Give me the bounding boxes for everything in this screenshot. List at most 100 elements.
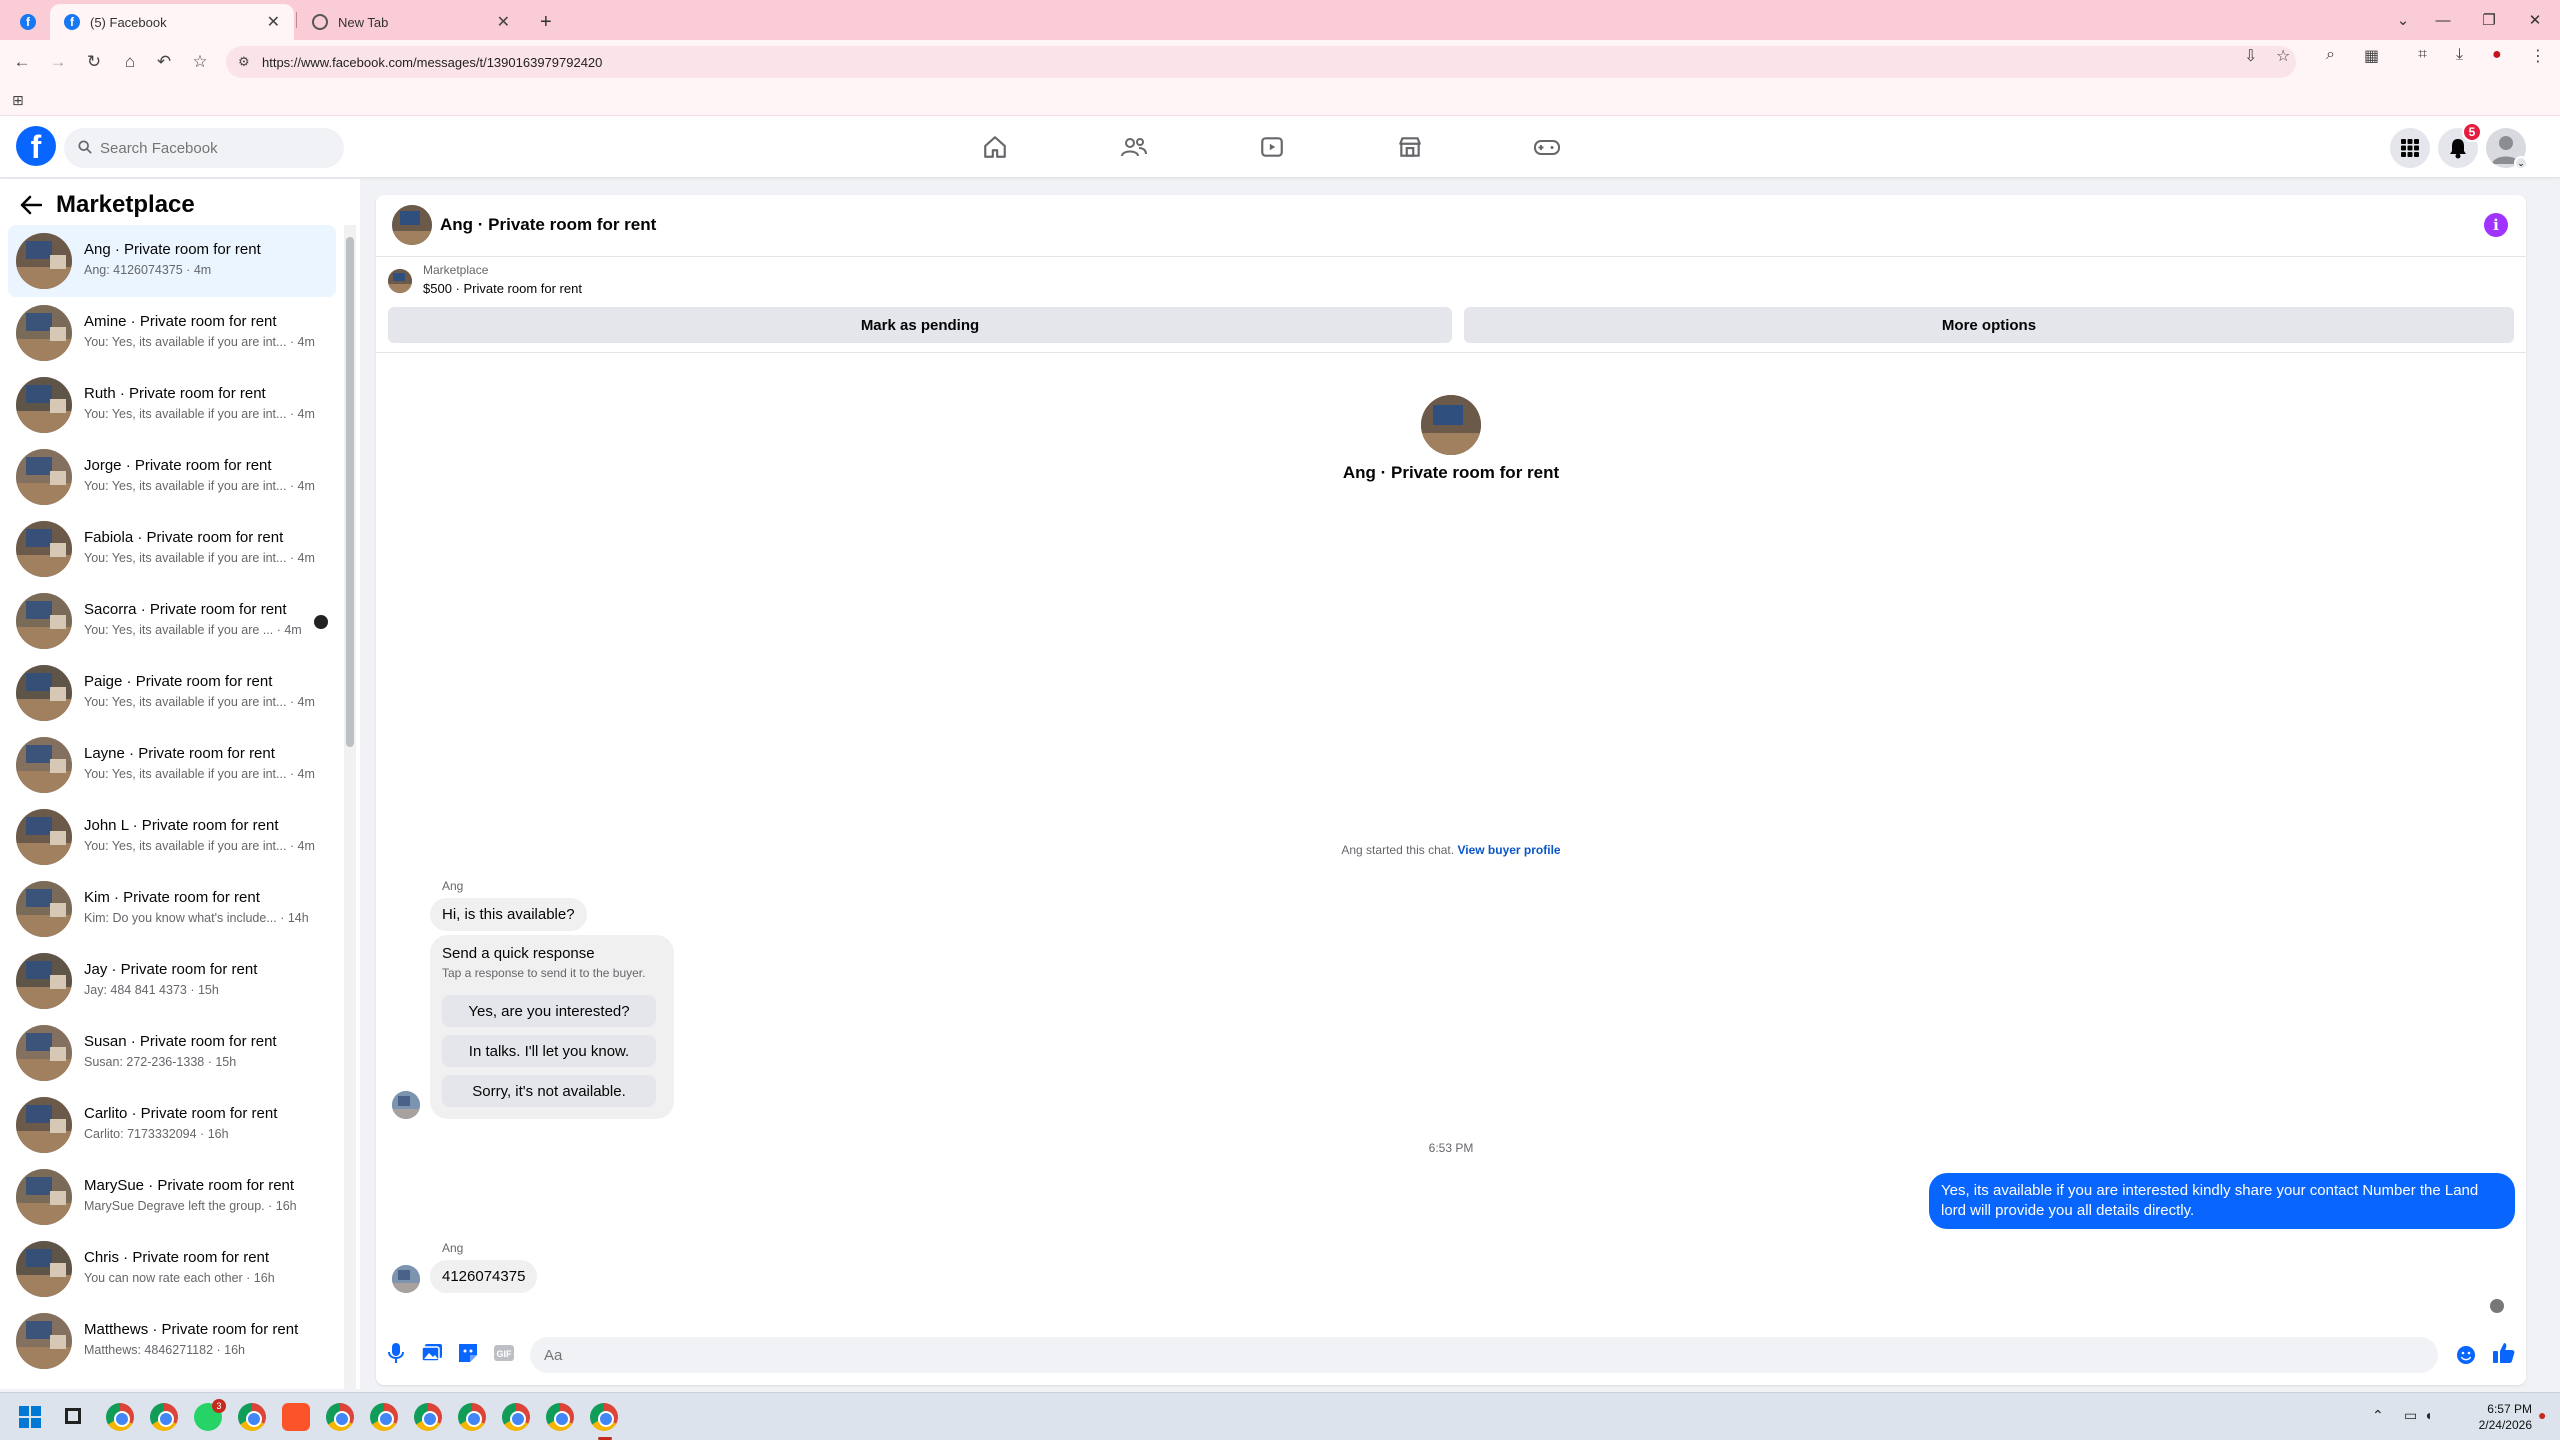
view-buyer-profile-link[interactable]: View buyer profile <box>1457 843 1560 857</box>
sender-avatar[interactable] <box>392 1091 420 1119</box>
site-settings-icon[interactable]: ⚙ <box>238 54 254 70</box>
gaming-nav-icon[interactable] <box>1530 130 1564 164</box>
video-nav-icon[interactable] <box>1255 130 1289 164</box>
conversation-item[interactable]: Jay · Private room for rent Jay: 484 841 … <box>8 945 336 1017</box>
close-tab-icon[interactable]: ✕ <box>267 12 280 32</box>
listing-thumbnail[interactable] <box>388 269 412 293</box>
conversation-item[interactable]: Amine · Private room for rent You: Yes, i… <box>8 297 336 369</box>
scrollbar-thumb[interactable] <box>346 237 354 747</box>
chevron-down-icon[interactable]: ⌄ <box>2514 156 2528 170</box>
quick-response-in-talks-button[interactable]: In talks. I'll let you know. <box>442 1035 656 1067</box>
home-nav-icon[interactable] <box>978 130 1012 164</box>
conversation-item[interactable]: MarySue · Private room for rent MarySue D… <box>8 1161 336 1233</box>
chrome-app-icon[interactable] <box>458 1403 486 1431</box>
search-input[interactable] <box>64 128 344 168</box>
friends-nav-icon[interactable] <box>1117 130 1151 164</box>
back-arrow-icon[interactable] <box>20 195 42 215</box>
conversation-item[interactable]: Matthews · Private room for rent Matthews… <box>8 1305 336 1377</box>
undo-icon[interactable]: ↶ <box>150 48 178 76</box>
facebook-logo-icon[interactable]: f <box>16 126 56 166</box>
chat-avatar[interactable] <box>392 205 432 245</box>
pinned-tab-facebook[interactable]: f <box>8 4 48 40</box>
downloads-icon[interactable]: ⤓ <box>2456 46 2463 64</box>
sender-avatar[interactable] <box>392 1265 420 1293</box>
conversation-item[interactable]: Jorge · Private room for rent You: Yes, i… <box>8 441 336 513</box>
chat-title[interactable]: Ang · Private room for rent <box>440 215 656 235</box>
minimize-icon[interactable]: — <box>2420 0 2466 40</box>
notification-bell-icon[interactable]: ● <box>2538 1407 2546 1423</box>
incoming-message[interactable]: Hi, is this available? <box>430 898 587 931</box>
back-icon[interactable]: ← <box>8 48 36 76</box>
conversation-item[interactable]: Susan · Private room for rent Susan: 272-… <box>8 1017 336 1089</box>
conversation-item[interactable]: Ang · Private room for rent Ang: 41260743… <box>8 225 336 297</box>
conversation-item[interactable]: Paige · Private room for rent You: Yes, i… <box>8 657 336 729</box>
volume-icon[interactable]: ◖ <box>2424 1407 2432 1423</box>
thumbs-up-icon[interactable] <box>2492 1341 2516 1365</box>
extensions-grid-icon[interactable]: ▦ <box>2364 46 2379 66</box>
marketplace-nav-icon[interactable] <box>1393 130 1427 164</box>
listing-price-title[interactable]: $500 · Private room for rent <box>423 281 582 296</box>
brave-app-icon[interactable] <box>282 1403 310 1431</box>
restore-icon[interactable]: ❐ <box>2466 0 2512 40</box>
incoming-message[interactable]: 4126074375 <box>430 1260 538 1293</box>
tray-chevron-icon[interactable]: ⌃ <box>2372 1407 2384 1424</box>
chrome-app-icon[interactable] <box>546 1403 574 1431</box>
chrome-app-icon[interactable] <box>238 1403 266 1431</box>
microphone-icon[interactable] <box>384 1341 408 1365</box>
task-view-icon[interactable] <box>62 1405 84 1432</box>
sidebar-scrollbar[interactable] <box>344 225 356 1389</box>
conversation-item[interactable]: Carlito · Private room for rent Carlito: … <box>8 1089 336 1161</box>
bookmark-star-icon[interactable]: ☆ <box>186 48 214 76</box>
search-icon[interactable]: ⌕ <box>2326 46 2335 64</box>
install-app-icon[interactable]: ⇩ <box>2244 46 2257 66</box>
chrome-app-icon[interactable] <box>150 1403 178 1431</box>
network-icon[interactable]: ▭ <box>2404 1407 2417 1424</box>
conversation-item[interactable]: John L · Private room for rent You: Yes, … <box>8 801 336 873</box>
profile-icon[interactable]: ● <box>2492 46 2502 64</box>
windows-start-icon[interactable] <box>18 1405 42 1434</box>
message-composer: GIF <box>376 1325 2526 1385</box>
apps-grid-icon[interactable]: ⊞ <box>12 92 24 109</box>
gif-icon[interactable]: GIF <box>492 1341 516 1365</box>
sticker-icon[interactable] <box>456 1341 480 1365</box>
new-tab-button[interactable]: + <box>530 4 566 40</box>
conversation-item[interactable]: Fabiola · Private room for rent You: Yes,… <box>8 513 336 585</box>
photo-icon[interactable] <box>420 1341 444 1365</box>
chrome-app-icon[interactable] <box>414 1403 442 1431</box>
emoji-icon[interactable] <box>2454 1343 2478 1367</box>
forward-icon[interactable]: → <box>44 48 72 76</box>
tab-new-tab[interactable]: New Tab ✕ <box>298 4 524 40</box>
conversation-item[interactable]: Chris · Private room for rent You can now… <box>8 1233 336 1305</box>
intro-avatar[interactable] <box>1421 395 1481 455</box>
menu-grid-button[interactable] <box>2390 128 2430 168</box>
conversation-item[interactable]: Ruth · Private room for rent You: Yes, it… <box>8 369 336 441</box>
browser-menu-icon[interactable]: ⋮ <box>2530 46 2546 66</box>
quick-response-not-available-button[interactable]: Sorry, it's not available. <box>442 1075 656 1107</box>
mark-as-pending-button[interactable]: Mark as pending <box>388 307 1452 343</box>
outgoing-message[interactable]: Yes, its available if you are interested… <box>1929 1173 2515 1229</box>
close-tab-icon[interactable]: ✕ <box>497 12 510 32</box>
reload-icon[interactable]: ↻ <box>80 48 108 76</box>
address-bar[interactable]: ⚙ https://www.facebook.com/messages/t/13… <box>226 46 2296 78</box>
conversation-item[interactable]: Sacorra · Private room for rent You: Yes,… <box>8 585 336 657</box>
home-icon[interactable]: ⌂ <box>116 48 144 76</box>
crop-icon[interactable]: ⌗ <box>2418 46 2427 64</box>
info-icon[interactable]: i <box>2484 213 2508 237</box>
conversation-item[interactable]: Layne · Private room for rent You: Yes, i… <box>8 729 336 801</box>
close-window-icon[interactable]: ✕ <box>2512 0 2558 40</box>
conversation-name: MarySue · Private room for rent <box>84 1177 295 1194</box>
menu-grid-icon <box>2401 139 2419 157</box>
tab-facebook[interactable]: f (5) Facebook ✕ <box>50 4 294 40</box>
more-options-button[interactable]: More options <box>1464 307 2514 343</box>
chrome-app-icon[interactable] <box>106 1403 134 1431</box>
conversation-avatar <box>16 1241 72 1297</box>
message-input[interactable] <box>530 1337 2438 1373</box>
chrome-app-icon[interactable] <box>502 1403 530 1431</box>
chrome-app-icon[interactable] <box>370 1403 398 1431</box>
quick-response-yes-button[interactable]: Yes, are you interested? <box>442 995 656 1027</box>
chrome-app-icon[interactable] <box>326 1403 354 1431</box>
chrome-app-icon[interactable] <box>590 1403 618 1431</box>
bookmark-page-icon[interactable]: ☆ <box>2276 46 2290 66</box>
taskbar-clock[interactable]: 6:57 PM 2/24/2026 <box>2456 1401 2532 1433</box>
conversation-item[interactable]: Kim · Private room for rent Kim: Do you k… <box>8 873 336 945</box>
